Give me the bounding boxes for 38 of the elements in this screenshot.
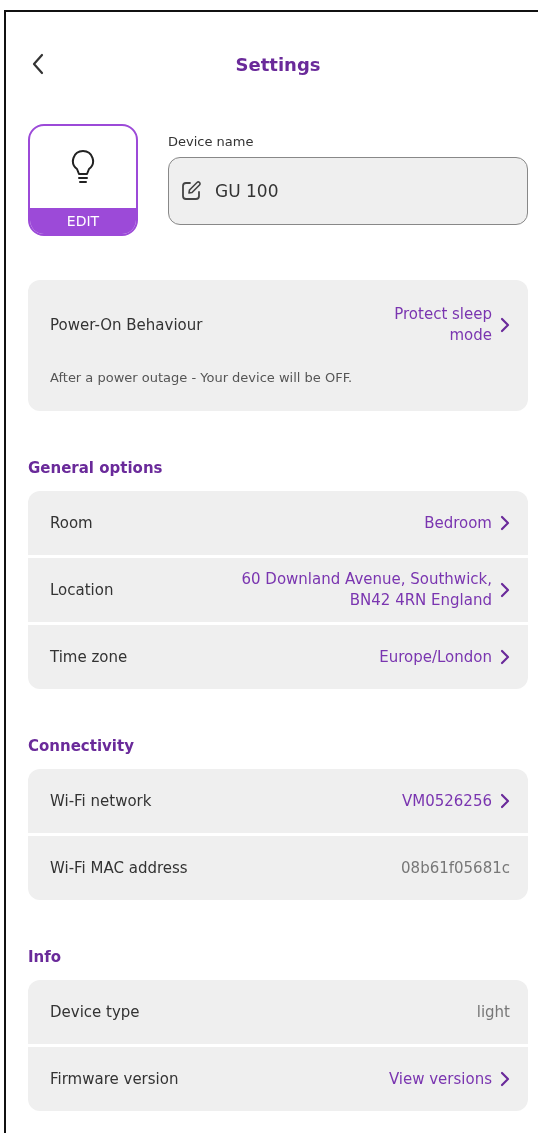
back-icon bbox=[31, 53, 45, 75]
field-label: Device name bbox=[168, 134, 255, 149]
row-value-link[interactable]: VM0526256 bbox=[402, 790, 510, 812]
settings-row[interactable]: Firmware version View versions bbox=[28, 1047, 528, 1111]
row-value-link[interactable]: 60 Downland Avenue, Southwick, BN42 4RN England bbox=[222, 569, 510, 611]
chevron-right-icon bbox=[500, 649, 510, 665]
row-value-link[interactable]: View versions bbox=[388, 1068, 510, 1090]
row-value: light bbox=[476, 1003, 510, 1021]
row-label: Location bbox=[50, 581, 114, 599]
section-title: Connectivity bbox=[28, 737, 135, 755]
section-title: Info bbox=[28, 948, 63, 966]
light-bulb-icon bbox=[71, 149, 95, 185]
power-outage-note: After a power outage - Your device will be OFF. bbox=[50, 370, 354, 385]
settings-row[interactable]: Wi-Fi network VM0526256 bbox=[28, 769, 528, 833]
chevron-right-icon bbox=[500, 515, 510, 531]
edit-button[interactable]: EDIT bbox=[30, 208, 136, 234]
row-label: Device type bbox=[50, 1003, 140, 1021]
row-label: Wi-Fi network bbox=[50, 792, 152, 810]
device-name-field[interactable]: GU 100 bbox=[168, 157, 528, 225]
device-card[interactable]: EDIT bbox=[28, 124, 138, 236]
row-value-link[interactable]: Protect sleep mode bbox=[367, 304, 510, 346]
row-value-link[interactable]: Bedroom bbox=[424, 512, 510, 534]
row-label: Power-On Behaviour bbox=[50, 316, 203, 334]
row-label: Room bbox=[50, 514, 93, 532]
row-value-link[interactable]: Europe/London bbox=[379, 646, 510, 668]
chevron-right-icon bbox=[500, 317, 510, 333]
row-label: Firmware version bbox=[50, 1070, 179, 1088]
page-title: Settings bbox=[235, 53, 321, 75]
settings-row[interactable]: Time zone Europe/London bbox=[28, 625, 528, 689]
settings-row[interactable]: Room Bedroom bbox=[28, 491, 528, 555]
chevron-right-icon bbox=[500, 1071, 510, 1087]
row-value: 08b61f05681c bbox=[401, 859, 510, 877]
section-title: General options bbox=[28, 459, 164, 477]
chevron-right-icon bbox=[500, 582, 510, 598]
chevron-right-icon bbox=[500, 793, 510, 809]
row-label: Wi-Fi MAC address bbox=[50, 859, 188, 877]
settings-row[interactable]: Location 60 Downland Avenue, Southwick, BN42 4RN England bbox=[28, 558, 528, 622]
row-label: Time zone bbox=[50, 648, 128, 666]
